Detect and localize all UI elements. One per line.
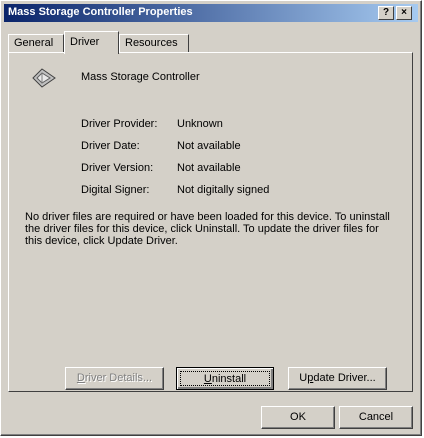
- driver-version-label: Driver Version:: [81, 162, 154, 174]
- update-driver-rest: date Driver...: [313, 372, 376, 384]
- tab-driver[interactable]: Driver: [64, 31, 119, 54]
- help-button[interactable]: ?: [378, 6, 394, 20]
- driver-date-value: Not available: [177, 140, 241, 152]
- driver-description: No driver files are required or have bee…: [25, 211, 390, 247]
- driver-date-label: Driver Date:: [81, 140, 140, 152]
- tab-general[interactable]: General: [8, 34, 64, 52]
- storage-controller-icon: [32, 68, 56, 88]
- digital-signer-value: Not digitally signed: [177, 184, 270, 196]
- digital-signer-label: Digital Signer:: [81, 184, 150, 196]
- driver-version-value: Not available: [177, 162, 241, 174]
- tab-resources[interactable]: Resources: [119, 34, 189, 52]
- ok-button[interactable]: OK: [261, 406, 335, 429]
- driver-details-accel: D: [76, 372, 85, 384]
- driver-details-button[interactable]: Driver Details...: [65, 367, 164, 390]
- driver-provider-label: Driver Provider:: [81, 118, 158, 130]
- close-button[interactable]: ×: [396, 6, 412, 20]
- cancel-button[interactable]: Cancel: [339, 406, 413, 429]
- focus-rect: Uninstall: [180, 371, 270, 386]
- uninstall-rest: ninstall: [211, 373, 247, 385]
- title-bar[interactable]: Mass Storage Controller Properties ? ×: [4, 4, 418, 22]
- driver-details-rest: river Details...: [84, 372, 153, 384]
- uninstall-button[interactable]: Uninstall: [176, 367, 274, 390]
- update-driver-button[interactable]: Update Driver...: [288, 367, 387, 390]
- device-name: Mass Storage Controller: [81, 71, 200, 83]
- driver-provider-value: Unknown: [177, 118, 223, 130]
- uninstall-accel: U: [203, 373, 212, 385]
- properties-dialog: Mass Storage Controller Properties ? × G…: [0, 0, 422, 436]
- window-title: Mass Storage Controller Properties: [8, 6, 193, 18]
